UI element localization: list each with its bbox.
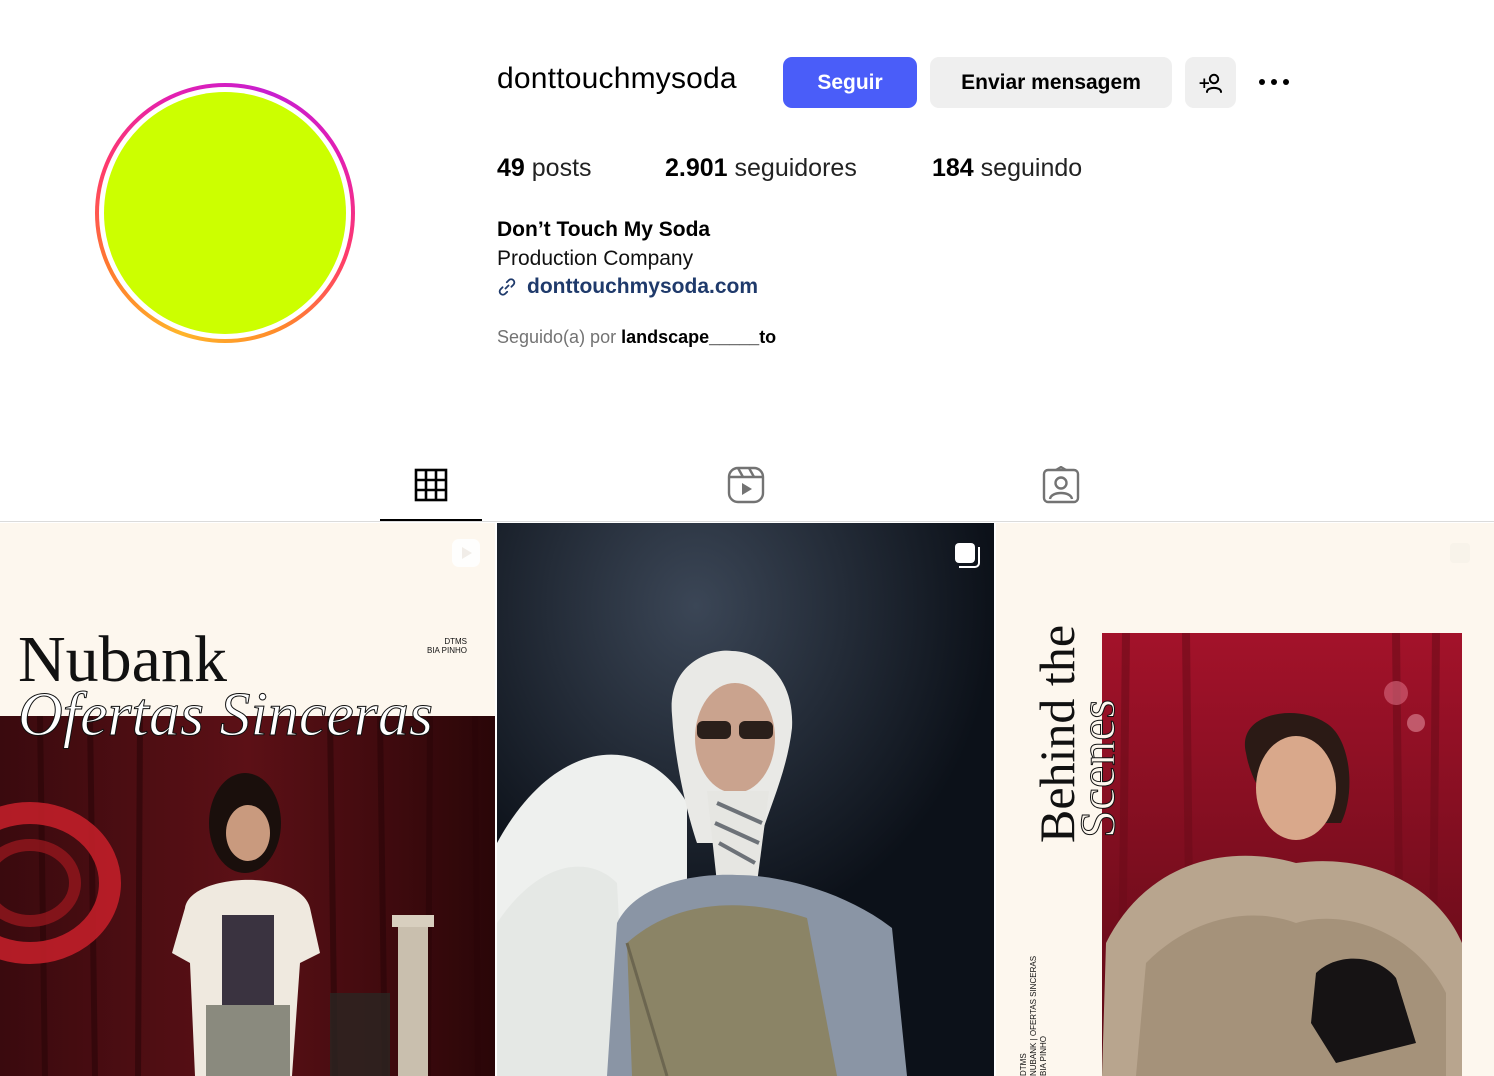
tab-tagged[interactable]	[1010, 462, 1112, 522]
tab-reels[interactable]	[695, 462, 797, 522]
bio-link-text: donttouchmysoda.com	[527, 275, 759, 298]
post-3-side-2: NUBANK | OFERTAS SINCERAS	[1029, 956, 1038, 1076]
followed-by[interactable]: Seguido(a) por landscape_____to	[497, 327, 776, 348]
carousel-badge-icon	[1450, 543, 1470, 563]
follow-button[interactable]: Seguir	[783, 57, 917, 108]
post-3-title-line2: Scenes	[1069, 699, 1125, 838]
post-3-side-1: DTMS	[1019, 1053, 1028, 1076]
posts-count: 49	[497, 154, 525, 182]
bio-website-link[interactable]: donttouchmysoda.com	[497, 275, 758, 299]
post-1-credits-1: DTMS	[444, 637, 467, 646]
avatar-image	[104, 92, 346, 334]
post-3-side-3: BIA PINHO	[1039, 1036, 1048, 1076]
profile-avatar[interactable]	[95, 83, 355, 343]
reels-icon	[727, 466, 765, 504]
add-person-icon: +	[1198, 73, 1222, 93]
following-count: 184	[932, 154, 974, 182]
bio-category: Production Company	[497, 247, 694, 270]
post-thumbnail-1[interactable]: Nubank Ofertas Sinceras DTMS BIA PINHO	[0, 523, 495, 1076]
more-options-icon[interactable]	[1252, 62, 1296, 102]
tagged-icon	[1042, 466, 1080, 504]
followers-count: 2.901	[665, 154, 728, 182]
bio-full-name: Don’t Touch My Soda	[497, 218, 711, 241]
link-icon	[498, 278, 516, 296]
profile-username: donttouchmysoda	[497, 62, 737, 95]
following-stat[interactable]: 184 seguindo	[932, 154, 1082, 183]
post-thumbnail-2[interactable]	[497, 523, 994, 1076]
post-3-image: Behind the Scenes DTMS NUBANK | OFERTAS …	[996, 523, 1494, 1076]
suggested-users-button[interactable]: +	[1185, 57, 1236, 108]
tabs-divider	[0, 521, 1494, 522]
following-label: seguindo	[980, 154, 1083, 182]
tab-posts[interactable]	[380, 462, 482, 522]
post-thumbnail-3[interactable]: Behind the Scenes DTMS NUBANK | OFERTAS …	[996, 523, 1494, 1076]
posts-stat: 49 posts	[497, 154, 592, 183]
post-2-image	[497, 523, 994, 1076]
followed-by-user[interactable]: landscape_____to	[621, 327, 776, 347]
post-1-credits-2: BIA PINHO	[427, 646, 467, 655]
send-message-button[interactable]: Enviar mensagem	[930, 57, 1172, 108]
reel-badge-icon	[452, 539, 480, 567]
followers-label: seguidores	[734, 154, 857, 182]
followed-by-prefix: Seguido(a) por	[497, 327, 617, 347]
posts-label: posts	[531, 154, 592, 182]
post-1-title-line2: Ofertas Sinceras	[18, 681, 433, 749]
followers-stat[interactable]: 2.901 seguidores	[665, 154, 857, 183]
post-1-image: Nubank Ofertas Sinceras DTMS BIA PINHO	[0, 523, 495, 1076]
grid-icon	[414, 468, 448, 502]
